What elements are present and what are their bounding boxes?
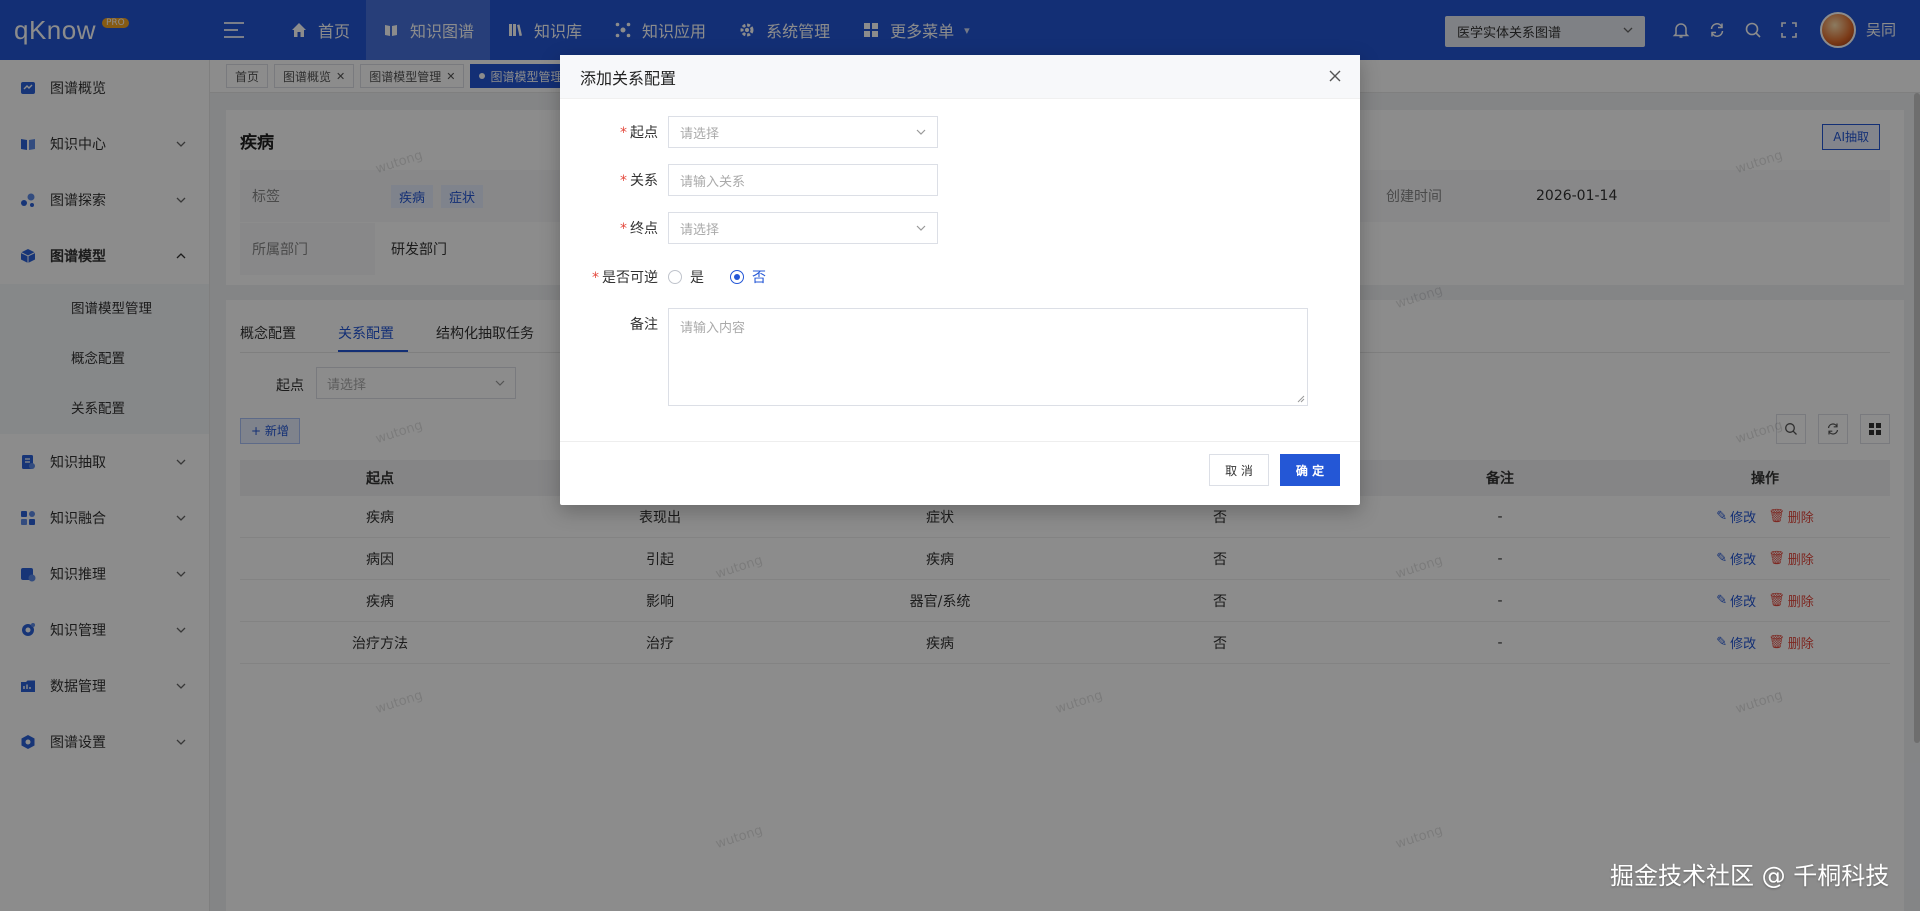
relation-placeholder: 请输入关系: [680, 174, 746, 190]
remark-label: 备注: [630, 317, 658, 333]
relation-label-text: 关系: [630, 173, 658, 189]
reversible-label-text: 是否可逆: [602, 270, 658, 286]
dialog-title: 添加关系配置: [580, 68, 677, 88]
end-select[interactable]: 请选择: [668, 212, 938, 244]
close-icon[interactable]: [1328, 69, 1342, 83]
form-row-end: * 终点 请选择: [560, 212, 938, 244]
chevron-down-icon: [916, 129, 926, 135]
end-label-text: 终点: [630, 221, 658, 237]
form-row-remark: 备注 请输入内容: [560, 308, 1308, 406]
start-select[interactable]: 请选择: [668, 116, 938, 148]
required-mark: *: [620, 221, 627, 237]
resize-handle-icon[interactable]: [1297, 395, 1305, 403]
required-mark: *: [592, 270, 599, 286]
start-label-text: 起点: [630, 125, 658, 141]
start-placeholder: 请选择: [680, 126, 720, 142]
end-placeholder: 请选择: [680, 222, 720, 238]
dialog-footer: 取 消 确 定: [560, 441, 1360, 505]
required-mark: *: [620, 125, 627, 141]
reversible-radio-group: 是 否: [668, 267, 766, 287]
chevron-down-icon: [916, 225, 926, 231]
form-row-reversible: * 是否可逆 是 否: [560, 261, 766, 293]
relation-input[interactable]: 请输入关系: [668, 164, 938, 196]
confirm-button[interactable]: 确 定: [1280, 454, 1340, 486]
form-row-start: * 起点 请选择: [560, 116, 938, 148]
form-row-relation: * 关系 请输入关系: [560, 164, 938, 196]
cancel-button[interactable]: 取 消: [1209, 454, 1269, 486]
radio-yes-label: 是: [690, 270, 704, 286]
relation-label: * 关系: [560, 170, 668, 190]
required-mark: *: [620, 173, 627, 189]
end-label: * 终点: [560, 218, 668, 238]
remark-textarea[interactable]: 请输入内容: [668, 308, 1308, 406]
remark-placeholder: 请输入内容: [680, 321, 746, 336]
radio-no-label: 否: [752, 270, 766, 286]
start-label: * 起点: [560, 122, 668, 142]
add-relation-dialog: 添加关系配置 * 起点 请选择 * 关系 请输入关系 * 终点 请选择 * 是否可逆 是: [560, 55, 1360, 505]
radio-yes[interactable]: 是: [668, 267, 704, 287]
reversible-label: * 是否可逆: [560, 267, 668, 287]
radio-circle-checked: [730, 270, 744, 284]
source-credit: 掘金技术社区 @ 千桐科技: [1610, 862, 1890, 890]
dialog-header: 添加关系配置: [560, 55, 1360, 99]
radio-circle: [668, 270, 682, 284]
radio-no[interactable]: 否: [730, 267, 766, 287]
